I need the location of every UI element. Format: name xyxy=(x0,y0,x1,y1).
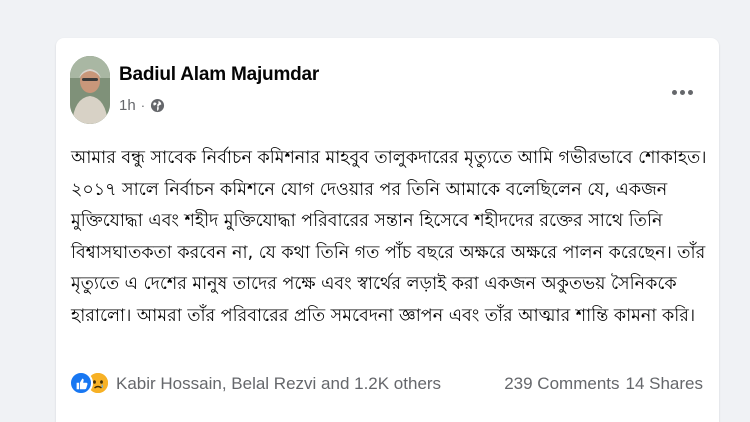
reacted-by-text[interactable]: Kabir Hossain, Belal Rezvi and 1.2K othe… xyxy=(116,374,441,394)
post-footer: Kabir Hossain, Belal Rezvi and 1.2K othe… xyxy=(69,370,709,398)
reaction-icons[interactable] xyxy=(69,371,110,395)
post-body: আমার বন্ধু সাবেক নির্বাচন কমিশনার মাহবুব… xyxy=(71,148,707,326)
shares-count[interactable]: 14 Shares xyxy=(626,374,704,394)
post-meta: 1h · xyxy=(119,97,165,114)
more-options-icon[interactable] xyxy=(667,82,697,102)
post-timestamp[interactable]: 1h xyxy=(119,97,136,114)
comments-count[interactable]: 239 Comments xyxy=(504,374,619,394)
like-icon xyxy=(69,371,93,395)
author-name[interactable]: Badiul Alam Majumdar xyxy=(119,64,319,86)
meta-separator: · xyxy=(140,98,146,113)
post-card: Badiul Alam Majumdar 1h · আমার বন্ধু সাব… xyxy=(56,38,719,422)
avatar[interactable] xyxy=(70,56,110,124)
engagement-counts: 239 Comments 14 Shares xyxy=(504,374,703,394)
globe-icon[interactable] xyxy=(150,98,165,113)
